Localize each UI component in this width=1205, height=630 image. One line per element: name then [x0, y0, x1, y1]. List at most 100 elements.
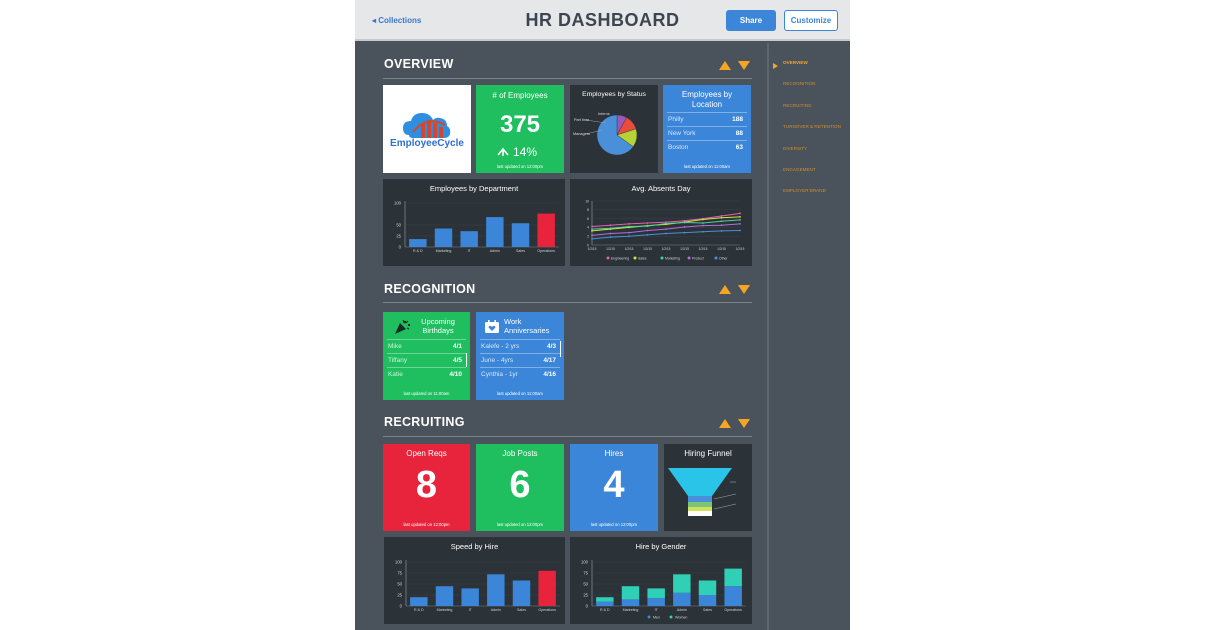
employees-count-tile[interactable]: # of Employees 375 14% last updated on 1…	[476, 85, 564, 173]
work-anniversaries-tile[interactable]: Work Anniversaries Kalefe - 2 yrs 4/3 Jun…	[476, 312, 564, 400]
y-tick-label: 0	[399, 245, 402, 250]
y-tick-label: 75	[583, 571, 588, 576]
location-count: 188	[732, 116, 743, 123]
y-tick-label: 100	[395, 560, 403, 565]
data-point	[739, 215, 741, 218]
bar	[538, 570, 556, 606]
hires-tile[interactable]: Hires 4 last updated on 12:00pm	[570, 444, 658, 531]
data-point	[628, 225, 630, 228]
hiring-funnel-tile[interactable]: Hiring Funnel	[664, 444, 752, 531]
x-tick-label: 1/2/15	[736, 247, 745, 251]
y-tick-label: 25	[397, 593, 402, 598]
data-point	[591, 225, 593, 228]
customize-button[interactable]: Customize	[784, 10, 838, 31]
data-point	[702, 224, 704, 227]
nav-item-diversity[interactable]: DIVERSITY	[773, 146, 850, 167]
data-point	[702, 218, 704, 221]
nav-item-turnover-retention[interactable]: TURNOVER & RETENTION	[773, 124, 850, 145]
upcoming-birthdays-tile[interactable]: Upcoming Birthdays Mike 4/1 Tiffany 4/5 Ka…	[383, 312, 470, 400]
birthday-date: 4/10	[449, 371, 462, 378]
bar-segment	[724, 586, 742, 606]
bar	[460, 231, 478, 247]
nav-item-employer-brand[interactable]: EMPLOYER BRAND	[773, 188, 850, 209]
employees-by-status-tile[interactable]: Employees by Status Interns Part time Ma…	[570, 85, 658, 173]
pie-label: Managers	[573, 132, 590, 136]
move-up-arrow-icon[interactable]	[719, 419, 731, 428]
move-down-arrow-icon[interactable]	[738, 285, 750, 294]
logo-text: EmployeeCycle	[390, 138, 464, 149]
speed-by-hire-tile[interactable]: Speed by Hire 0 25 50 75 100 R & D Marketing IT…	[384, 537, 565, 624]
x-tick-label: IT	[655, 608, 659, 612]
section-title-overview: OVERVIEW	[384, 57, 454, 71]
data-point	[702, 222, 704, 224]
job-posts-count: 6	[509, 464, 531, 506]
absents-line-chart: 02468101/2/15 1/2/15 1/2/15 1/2/15 1/2/15 1/2…	[585, 199, 745, 260]
y-tick-label: 50	[397, 582, 402, 587]
nav-item-recognition[interactable]: RECOGNITION	[773, 81, 850, 102]
open-reqs-tile[interactable]: Open Reqs 8 last updated on 12:00pm	[383, 444, 470, 531]
x-tick-label: Admin	[491, 608, 501, 612]
section-nav: OVERVIEW RECOGNITION RECRUITING TURNOVER…	[773, 60, 850, 210]
data-point	[739, 219, 741, 221]
move-up-arrow-icon[interactable]	[719, 61, 731, 70]
y-tick-label: 2	[587, 235, 589, 239]
data-point	[665, 232, 667, 235]
bar-segment	[698, 580, 717, 595]
employees-by-department-tile[interactable]: Employees by Department 0 25 50 100 R & D Mar…	[383, 179, 565, 266]
person-name: Mike	[388, 343, 402, 350]
nav-item-label: ENGAGEMENT	[783, 166, 816, 172]
x-tick-label: Sales	[703, 608, 712, 612]
employee-count: 375	[499, 111, 541, 138]
job-posts-tile[interactable]: Job Posts 6 last updated on 12:00pm	[476, 444, 564, 531]
bar	[434, 228, 453, 247]
employee-change: 14%	[513, 145, 538, 159]
person-name: June - 4yrs	[481, 357, 514, 364]
data-point	[720, 220, 723, 223]
x-tick-label: Admin	[490, 249, 500, 253]
y-tick-label: 8	[587, 208, 589, 212]
hire-by-gender-tile[interactable]: Hire by Gender 0 25 50 75 100 R & D Marketing I…	[570, 537, 752, 624]
tile-title: Upcoming Birthdays	[421, 317, 455, 335]
x-tick-label: 1/2/15	[699, 247, 708, 251]
nav-item-recruiting[interactable]: RECRUITING	[773, 103, 850, 124]
x-tick-label: Marketing	[437, 608, 453, 612]
section-title-recruiting: RECRUITING	[384, 415, 465, 429]
data-point	[683, 226, 686, 228]
list-item: Mike 4/1	[387, 339, 466, 353]
scrollbar[interactable]	[560, 341, 561, 357]
move-down-arrow-icon[interactable]	[738, 419, 750, 428]
data-point	[591, 230, 593, 232]
avg-absents-tile[interactable]: Avg. Absents Day 0 2 4 6 8 10 1/2/15 1/2/15 1/2/…	[570, 179, 752, 266]
data-point	[665, 222, 667, 225]
nav-item-engagement[interactable]: ENGAGEMENT	[773, 167, 850, 188]
anniversary-date: 4/16	[543, 371, 556, 378]
nav-item-label: RECRUITING	[783, 102, 812, 108]
data-point	[720, 230, 723, 232]
bar	[409, 239, 427, 247]
move-down-arrow-icon[interactable]	[738, 61, 750, 70]
move-up-arrow-icon[interactable]	[719, 285, 731, 294]
sidebar-divider	[767, 43, 769, 630]
open-reqs-count: 8	[415, 464, 438, 506]
data-point	[683, 231, 686, 234]
y-tick-label: 4	[587, 226, 589, 230]
pie-label: Part time	[574, 118, 590, 122]
bar	[512, 580, 531, 606]
nav-item-overview[interactable]: OVERVIEW	[773, 60, 850, 81]
scrollbar[interactable]	[466, 353, 467, 367]
data-point	[646, 229, 649, 232]
x-tick-label: 1/2/15	[588, 247, 597, 251]
nav-item-label: DIVERSITY	[783, 145, 808, 151]
list-item: June - 4yrs 4/17	[480, 353, 560, 367]
section-rule	[383, 78, 752, 79]
pie-label: Interns	[598, 112, 610, 116]
funnel-stage-hired	[688, 511, 712, 516]
logo-tile[interactable]: EmployeeCycle	[383, 85, 471, 173]
hr-dashboard-window: ◂ Collections HR DASHBOARD Share Customi…	[355, 0, 850, 630]
legend-label: Men	[653, 615, 660, 619]
employees-by-location-tile[interactable]: Employees by Location Philly 188 New York…	[663, 85, 751, 173]
y-tick-label: 0	[586, 604, 589, 609]
top-bar: ◂ Collections HR DASHBOARD Share Customi…	[355, 0, 850, 41]
data-point	[646, 225, 649, 227]
share-button[interactable]: Share	[726, 10, 776, 31]
